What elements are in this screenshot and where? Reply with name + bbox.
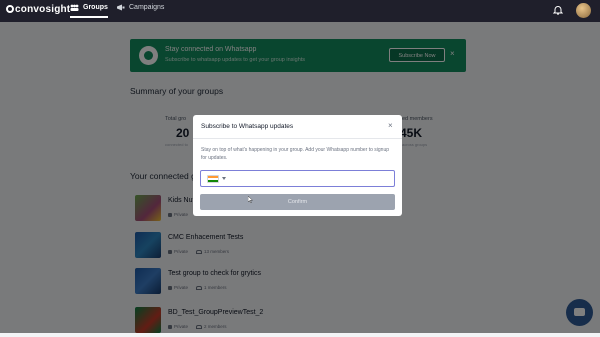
top-navbar: convosight Groups Campaigns (0, 0, 600, 22)
groups-icon (70, 4, 79, 11)
convosight-logo[interactable]: convosight (6, 4, 70, 15)
nav-campaigns[interactable]: Campaigns (116, 4, 164, 11)
india-flag-icon[interactable] (207, 175, 219, 183)
bell-icon[interactable] (553, 5, 563, 15)
phone-number-input[interactable] (200, 170, 395, 187)
nav-groups[interactable]: Groups (70, 4, 108, 18)
chevron-down-icon[interactable] (222, 177, 226, 180)
megaphone-icon (117, 4, 125, 11)
confirm-button[interactable]: Confirm (200, 194, 395, 210)
modal-title: Subscribe to Whatsapp updates (201, 123, 294, 130)
mouse-cursor-icon (248, 196, 253, 203)
user-avatar[interactable] (576, 3, 591, 18)
subscribe-whatsapp-modal: Subscribe to Whatsapp updates × Stay on … (193, 115, 402, 216)
modal-close-icon[interactable]: × (388, 121, 393, 130)
modal-description: Stay on top of what's happening in your … (201, 147, 390, 161)
modal-divider (193, 138, 402, 139)
